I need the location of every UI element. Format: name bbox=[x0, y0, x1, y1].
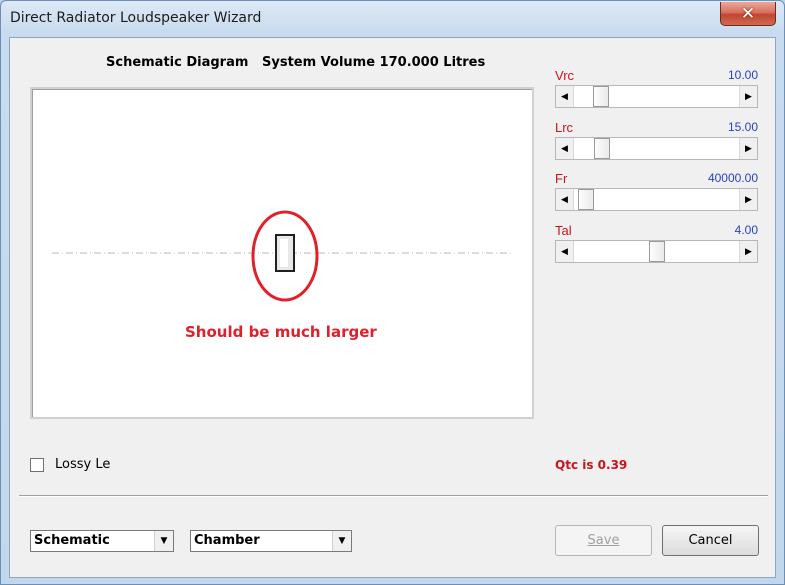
view-select-value: Schematic bbox=[34, 533, 110, 548]
scroll-thumb[interactable] bbox=[577, 189, 594, 210]
qtc-readout: Qtc is 0.39 bbox=[555, 458, 628, 472]
wizard-window: Direct Radiator Loudspeaker Wizard ✕ Sch… bbox=[0, 0, 785, 585]
title-bar: Direct Radiator Loudspeaker Wizard ✕ bbox=[1, 1, 784, 37]
scroll-left-button[interactable]: ◀ bbox=[556, 86, 574, 107]
arrow-right-icon: ▶ bbox=[745, 91, 752, 101]
window-title: Direct Radiator Loudspeaker Wizard bbox=[10, 10, 262, 26]
param-value: 4.00 bbox=[734, 223, 758, 237]
scroll-left-button[interactable]: ◀ bbox=[556, 189, 574, 210]
chevron-down-icon[interactable]: ▼ bbox=[154, 531, 173, 551]
param-name: Vrc bbox=[555, 68, 575, 83]
arrow-right-icon: ▶ bbox=[745, 194, 752, 204]
chamber-select[interactable]: Chamber ▼ bbox=[190, 530, 352, 552]
scroll-thumb[interactable] bbox=[594, 138, 611, 159]
dialog-client: Schematic Diagram System Volume 170.000 … bbox=[9, 37, 776, 578]
arrow-left-icon: ◀ bbox=[561, 194, 568, 204]
chamber-select-value: Chamber bbox=[194, 533, 260, 548]
cancel-button[interactable]: Cancel bbox=[662, 525, 759, 556]
save-button-label: Save bbox=[587, 533, 620, 548]
scroll-right-button[interactable]: ▶ bbox=[739, 86, 757, 107]
schematic-drawing bbox=[52, 210, 514, 302]
arrow-left-icon: ◀ bbox=[561, 143, 568, 153]
scroll-left-button[interactable]: ◀ bbox=[556, 241, 574, 262]
scroll-left-button[interactable]: ◀ bbox=[556, 138, 574, 159]
param-name: Lrc bbox=[555, 120, 574, 135]
scroll-right-button[interactable]: ▶ bbox=[739, 189, 757, 210]
size-annotation: Should be much larger bbox=[185, 323, 377, 341]
lossy-le-checkbox[interactable] bbox=[30, 457, 44, 472]
scroll-right-button[interactable]: ▶ bbox=[739, 138, 757, 159]
scroll-right-button[interactable]: ▶ bbox=[739, 241, 757, 262]
tal-scrollbar[interactable]: ◀ ▶ bbox=[555, 240, 758, 263]
close-button[interactable]: ✕ bbox=[720, 2, 776, 26]
arrow-left-icon: ◀ bbox=[561, 91, 568, 101]
divider bbox=[19, 495, 768, 497]
cancel-button-label: Cancel bbox=[688, 533, 733, 548]
arrow-right-icon: ▶ bbox=[745, 143, 752, 153]
scroll-thumb[interactable] bbox=[648, 241, 665, 262]
arrow-left-icon: ◀ bbox=[561, 246, 568, 256]
param-value: 15.00 bbox=[727, 120, 758, 134]
fr-scrollbar[interactable]: ◀ ▶ bbox=[555, 188, 758, 211]
lrc-scrollbar[interactable]: ◀ ▶ bbox=[555, 137, 758, 160]
arrow-right-icon: ▶ bbox=[745, 246, 752, 256]
param-name: Tal bbox=[555, 223, 572, 238]
schematic-header: Schematic Diagram System Volume 170.000 … bbox=[106, 55, 486, 70]
save-button[interactable]: Save bbox=[555, 525, 652, 556]
view-select[interactable]: Schematic ▼ bbox=[30, 530, 174, 552]
lossy-le-label: Lossy Le bbox=[55, 457, 111, 472]
close-icon: ✕ bbox=[740, 4, 756, 23]
lossy-le-option[interactable]: Lossy Le bbox=[30, 457, 110, 472]
driver-inner-rect bbox=[280, 239, 288, 267]
chevron-down-icon[interactable]: ▼ bbox=[332, 531, 351, 551]
param-value: 10.00 bbox=[727, 68, 758, 82]
param-value: 40000.00 bbox=[707, 171, 758, 185]
scroll-thumb[interactable] bbox=[592, 86, 609, 107]
vrc-scrollbar[interactable]: ◀ ▶ bbox=[555, 85, 758, 108]
schematic-diagram: Should be much larger bbox=[30, 87, 534, 419]
param-name: Fr bbox=[555, 171, 568, 186]
